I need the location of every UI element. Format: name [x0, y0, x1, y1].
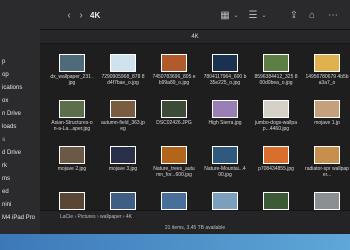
sidebar-item[interactable]: ms — [0, 173, 40, 185]
file-thumbnail — [314, 54, 340, 72]
file-item[interactable]: radiator-spr wallpaper... — [305, 144, 350, 188]
finder-window: p op ications ox n Drive loads s d Drive rk ms ed n… — [0, 0, 350, 250]
file-item[interactable]: jumbo-dogs-wallpap...4460.jpg — [254, 98, 310, 142]
tab-label: 4K — [191, 34, 199, 40]
sidebar-item: s — [2, 137, 6, 143]
file-item[interactable]: High Sierra.jpg — [203, 98, 259, 142]
file-thumbnail — [263, 54, 289, 72]
file-thumbnail — [110, 192, 136, 210]
forward-button[interactable]: › — [76, 10, 86, 22]
file-thumbnail — [314, 146, 340, 164]
sidebar-item[interactable]: M4 iPad Pro — [0, 212, 40, 224]
file-item[interactable]: 7290905968_878 8d4f7bae_o.jpg — [101, 52, 157, 96]
file-thumbnail — [161, 100, 187, 118]
tag-icon[interactable]: ⌂ — [306, 10, 318, 22]
view-dropdown-icon[interactable]: ⌄ — [232, 10, 240, 22]
file-name: p708434855.jpg — [258, 166, 294, 172]
file-item[interactable]: 8596384412_325 800d0bea_o.jpg — [254, 52, 310, 96]
sidebar-item[interactable]: nini — [0, 199, 40, 211]
file-thumbnail — [212, 54, 238, 72]
tab[interactable]: 4K — [40, 30, 350, 44]
sidebar-item[interactable]: ications — [0, 82, 40, 94]
file-item[interactable]: p708434855.jpg — [254, 144, 310, 188]
file-thumbnail — [161, 54, 187, 72]
file-item[interactable]: Nature-Mountai...400.jpg — [203, 144, 259, 188]
file-name: Asian-Structures-on-a-La...aper.jpg — [51, 120, 93, 132]
file-thumbnail — [263, 100, 289, 118]
sidebar-item[interactable]: ox — [0, 95, 40, 107]
path-bar: LaCie › Pictures › wallpaper › 4K — [40, 210, 350, 222]
sidebar-item[interactable]: p — [0, 56, 40, 68]
file-item[interactable]: DSC02426.JPG — [152, 98, 208, 142]
sidebar-item[interactable]: d Drive — [0, 147, 40, 159]
back-button[interactable]: ‹ — [64, 10, 74, 22]
file-item[interactable]: 7450783696_805 eb99a89_o.jpg — [152, 52, 208, 96]
file-thumbnail — [263, 192, 289, 210]
path-segment[interactable]: wallpaper — [100, 214, 121, 220]
group-dropdown-icon[interactable]: ⌄ — [260, 10, 268, 22]
file-thumbnail — [110, 146, 136, 164]
file-thumbnail — [110, 54, 136, 72]
sidebar-item[interactable]: ed — [0, 186, 40, 198]
desktop-background — [0, 234, 350, 250]
path-segment[interactable]: LaCie — [60, 214, 73, 220]
file-thumbnail — [314, 192, 340, 210]
file-name: jumbo-dogs-wallpap...4460.jpg — [255, 120, 297, 132]
more-icon[interactable]: ⋯ — [326, 10, 340, 22]
file-name: 7450783696_805 eb99a89_o.jpg — [152, 74, 196, 86]
file-item[interactable]: 14956780679 4b5ba3a7_o — [305, 52, 350, 96]
file-thumbnail — [59, 100, 85, 118]
file-name: 7290905968_878 8d4f7bae_o.jpg — [101, 74, 145, 86]
file-thumbnail — [59, 54, 85, 72]
file-item[interactable]: Nature_trees_autumn_for...600.jpg — [152, 144, 208, 188]
file-thumbnail — [161, 146, 187, 164]
file-thumbnail — [212, 192, 238, 210]
file-name: 14956780679 4b5ba3a7_o — [305, 74, 349, 86]
sidebar: p op ications ox n Drive loads s d Drive rk ms ed n… — [0, 0, 40, 250]
sidebar-item[interactable]: n Drive — [0, 108, 40, 120]
file-item[interactable]: 7804117964_600 b35e225_o.jpg — [203, 52, 259, 96]
file-item[interactable]: Asian-Structures-on-a-La...aper.jpg — [50, 98, 106, 142]
status-text: 21 items, 3.45 TB available — [164, 225, 226, 231]
status-bar: 21 items, 3.45 TB available — [40, 222, 350, 234]
file-name: Nature-Mountai...400.jpg — [204, 166, 246, 178]
file-name: mojave 1.jp — [314, 120, 340, 126]
main-area: ‹ › 4K ▦ ⌄ ☰ ⌄ ⇪ ⌂ ⋯ 4K dx_wallpaper_231… — [40, 0, 350, 250]
group-icon[interactable]: ☰ — [246, 10, 260, 22]
file-thumbnail — [59, 146, 85, 164]
file-thumbnail — [314, 100, 340, 118]
file-item[interactable]: mojave 2.jpg — [50, 144, 106, 188]
window-title: 4K — [90, 11, 101, 20]
file-name: mojave 3.jpg — [108, 166, 138, 172]
sidebar-item[interactable]: rk — [0, 160, 40, 172]
file-name: High Sierra.jpg — [208, 120, 242, 126]
file-item[interactable]: autumn-field_363.jpeg — [101, 98, 157, 142]
file-name: 7804117964_600 b35e225_o.jpg — [203, 74, 247, 86]
file-item[interactable]: dx_wallpaper_231 .jpg — [50, 52, 106, 96]
file-item[interactable]: mojave 3.jpg — [101, 144, 157, 188]
sidebar-item[interactable]: loads — [0, 121, 40, 133]
file-thumbnail — [161, 192, 187, 210]
view-icon[interactable]: ▦ — [218, 10, 232, 22]
file-name: autumn-field_363.jpeg — [101, 120, 145, 132]
file-item[interactable]: mojave 1.jp — [305, 98, 350, 142]
file-name: mojave 2.jpg — [57, 166, 87, 172]
sidebar-item[interactable]: op — [0, 69, 40, 81]
file-thumbnail — [110, 100, 136, 118]
file-name: dx_wallpaper_231 .jpg — [50, 74, 94, 86]
share-icon[interactable]: ⇪ — [288, 10, 300, 22]
toolbar: ‹ › 4K ▦ ⌄ ☰ ⌄ ⇪ ⌂ ⋯ — [40, 0, 350, 30]
file-name: Nature_trees_autumn_for...600.jpg — [153, 166, 195, 178]
file-name: 8596384412_325 800d0bea_o.jpg — [254, 74, 298, 86]
file-thumbnail — [59, 192, 85, 210]
file-thumbnail — [212, 146, 238, 164]
file-name: DSC02426.JPG — [156, 120, 192, 126]
path-segment[interactable]: Pictures — [78, 214, 96, 220]
file-thumbnail — [212, 100, 238, 118]
file-grid: dx_wallpaper_231 .jpg 7290905968_878 8d4f… — [40, 46, 350, 210]
path-segment[interactable]: 4K — [126, 214, 132, 220]
file-thumbnail — [263, 146, 289, 164]
file-name: radiator-spr wallpaper... — [305, 166, 349, 178]
